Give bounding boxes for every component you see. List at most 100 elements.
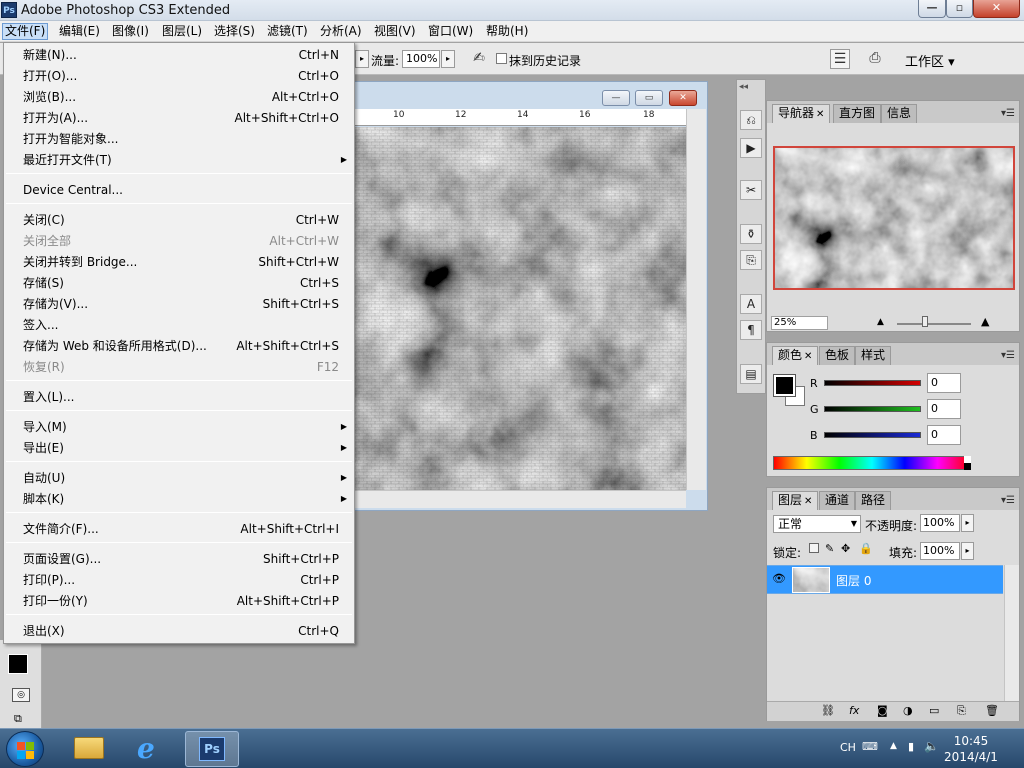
tab-paths[interactable]: 路径 — [855, 491, 892, 510]
menu-item-export[interactable]: 导出(E) ▶ — [23, 438, 347, 458]
menu-item-open-smart-object[interactable]: 打开为智能对象... — [23, 129, 339, 149]
opacity-arrow[interactable]: ▸ — [961, 514, 974, 532]
tab-color[interactable]: 颜色 ✕ — [772, 346, 819, 365]
fill-input[interactable]: 100% — [920, 542, 960, 560]
navigator-preview[interactable] — [773, 146, 1015, 290]
menu-item-import[interactable]: 导入(M) ▶ — [23, 417, 347, 437]
workspace-menu[interactable]: 工作区 ▾ — [905, 51, 955, 70]
foreground-color-swatch[interactable] — [8, 654, 28, 674]
ie-taskbar-button[interactable]: e — [124, 731, 178, 767]
r-value-input[interactable]: 0 — [927, 373, 961, 393]
new-layer-icon[interactable]: ⎘ — [957, 704, 966, 718]
menu-item-save-for-web[interactable]: 存储为 Web 和设备所用格式(D)... Alt+Shift+Ctrl+S — [23, 336, 339, 356]
new-group-icon[interactable]: ▭ — [929, 704, 939, 717]
start-button[interactable] — [6, 731, 44, 767]
menu-item-file-info[interactable]: 文件简介(F)... Alt+Shift+Ctrl+I — [23, 519, 339, 539]
menu-item-close-go-bridge[interactable]: 关闭并转到 Bridge... Shift+Ctrl+W — [23, 252, 339, 272]
color-spectrum-ramp[interactable] — [773, 456, 971, 470]
menu-window[interactable]: 窗口(W) — [426, 23, 475, 40]
layer-style-icon[interactable]: fx — [849, 704, 859, 717]
menu-item-browse[interactable]: 浏览(B)... Alt+Ctrl+O — [23, 87, 339, 107]
flow-input[interactable]: 100% — [402, 50, 440, 68]
tab-info[interactable]: 信息 — [881, 104, 918, 123]
panel-menu-icon[interactable]: ▾☰ — [1001, 350, 1015, 361]
menu-item-print-one-copy[interactable]: 打印一份(Y) Alt+Shift+Ctrl+P — [23, 591, 339, 611]
clone-source-icon[interactable]: ⎘ — [740, 250, 762, 270]
flow-arrow[interactable]: ▸ — [441, 50, 455, 68]
menu-item-device-central[interactable]: Device Central... — [23, 180, 339, 200]
layer-comps-icon[interactable]: ▤ — [740, 364, 762, 384]
explorer-taskbar-button[interactable] — [62, 731, 116, 767]
network-icon[interactable]: ▮ — [908, 740, 914, 753]
menu-item-open[interactable]: 打开(O)... Ctrl+O — [23, 66, 339, 86]
trash-icon[interactable]: 🗑 — [985, 704, 999, 717]
blend-mode-select[interactable]: 正常 ▼ — [773, 515, 861, 533]
adjustment-layer-icon[interactable]: ◑ — [903, 704, 913, 717]
menu-item-save-as[interactable]: 存储为(V)... Shift+Ctrl+S — [23, 294, 339, 314]
menu-analysis[interactable]: 分析(A) — [318, 23, 364, 40]
erase-to-history-checkbox[interactable] — [496, 53, 507, 64]
close-icon[interactable]: ✕ — [816, 109, 824, 120]
zoom-out-icon[interactable]: ▲ — [877, 317, 884, 327]
b-value-input[interactable]: 0 — [927, 425, 961, 445]
screen-mode-icon[interactable]: ⧉ — [14, 712, 22, 726]
menu-item-check-in[interactable]: 签入... — [23, 315, 339, 335]
menu-view[interactable]: 视图(V) — [372, 23, 418, 40]
bridge-icon[interactable]: ⎙ — [864, 49, 886, 69]
lock-transparency-icon[interactable] — [809, 543, 819, 553]
volume-icon[interactable]: 🔈 — [924, 739, 939, 753]
link-layers-icon[interactable]: ⛓ — [821, 704, 835, 717]
vertical-scrollbar[interactable] — [686, 109, 706, 490]
airbrush-icon[interactable]: ✍ — [470, 50, 488, 68]
layers-scrollbar[interactable] — [1004, 565, 1019, 701]
visibility-eye-icon[interactable]: 👁 — [772, 572, 786, 585]
tab-navigator[interactable]: 导航器 ✕ — [772, 104, 831, 123]
zoom-slider-handle[interactable] — [922, 316, 928, 327]
menu-item-open-as[interactable]: 打开为(A)... Alt+Shift+Ctrl+O — [23, 108, 339, 128]
doc-maximize-button[interactable]: ▭ — [635, 90, 663, 106]
doc-minimize-button[interactable]: — — [602, 90, 630, 106]
tool-presets-icon[interactable]: ✂ — [740, 180, 762, 200]
menu-item-page-setup[interactable]: 页面设置(G)... Shift+Ctrl+P — [23, 549, 339, 569]
zoom-input[interactable]: 25% — [771, 316, 828, 330]
brushes-icon[interactable]: ⚱ — [740, 224, 762, 244]
tab-swatches[interactable]: 色板 — [819, 346, 856, 365]
zoom-in-icon[interactable]: ▲ — [981, 315, 989, 328]
menu-layer[interactable]: 图层(L) — [160, 23, 204, 40]
photoshop-taskbar-button[interactable]: Ps — [185, 731, 239, 767]
maximize-button[interactable]: ▫ — [946, 0, 973, 18]
close-button[interactable]: ✕ — [973, 0, 1020, 18]
lock-pixels-icon[interactable]: ✎ — [825, 542, 834, 555]
menu-item-place[interactable]: 置入(L)... — [23, 387, 339, 407]
palette-well-icon[interactable]: ☰ — [830, 49, 850, 69]
foreground-color-chip[interactable] — [773, 374, 796, 397]
menu-item-save[interactable]: 存储(S) Ctrl+S — [23, 273, 339, 293]
menu-item-new[interactable]: 新建(N)... Ctrl+N — [23, 45, 339, 65]
panel-menu-icon[interactable]: ▾☰ — [1001, 495, 1015, 506]
lock-all-icon[interactable]: 🔒 — [859, 542, 873, 555]
menu-image[interactable]: 图像(I) — [110, 23, 151, 40]
white-chip[interactable] — [964, 456, 971, 463]
black-chip[interactable] — [964, 463, 971, 470]
paragraph-icon[interactable]: ¶ — [740, 320, 762, 340]
r-slider[interactable] — [824, 380, 921, 386]
b-slider[interactable] — [824, 432, 921, 438]
lock-position-icon[interactable]: ✥ — [841, 542, 850, 555]
character-icon[interactable]: A — [740, 294, 762, 314]
collapse-arrows-icon[interactable]: ◂◂ — [739, 82, 748, 92]
fill-arrow[interactable]: ▸ — [961, 542, 974, 560]
show-hidden-icons-icon[interactable]: ▲ — [890, 741, 897, 751]
menu-filter[interactable]: 滤镜(T) — [265, 23, 310, 40]
close-icon[interactable]: ✕ — [804, 496, 812, 507]
menu-item-print[interactable]: 打印(P)... Ctrl+P — [23, 570, 339, 590]
menu-item-close[interactable]: 关闭(C) Ctrl+W — [23, 210, 339, 230]
menu-help[interactable]: 帮助(H) — [484, 23, 530, 40]
system-clock[interactable]: 10:45 2014/4/1 — [940, 733, 1002, 765]
horizontal-scrollbar[interactable] — [355, 490, 686, 508]
menu-select[interactable]: 选择(S) — [212, 23, 257, 40]
menu-item-automate[interactable]: 自动(U) ▶ — [23, 468, 347, 488]
menu-item-exit[interactable]: 退出(X) Ctrl+Q — [23, 621, 339, 641]
g-value-input[interactable]: 0 — [927, 399, 961, 419]
doc-close-button[interactable]: ✕ — [669, 90, 697, 106]
tab-channels[interactable]: 通道 — [819, 491, 856, 510]
